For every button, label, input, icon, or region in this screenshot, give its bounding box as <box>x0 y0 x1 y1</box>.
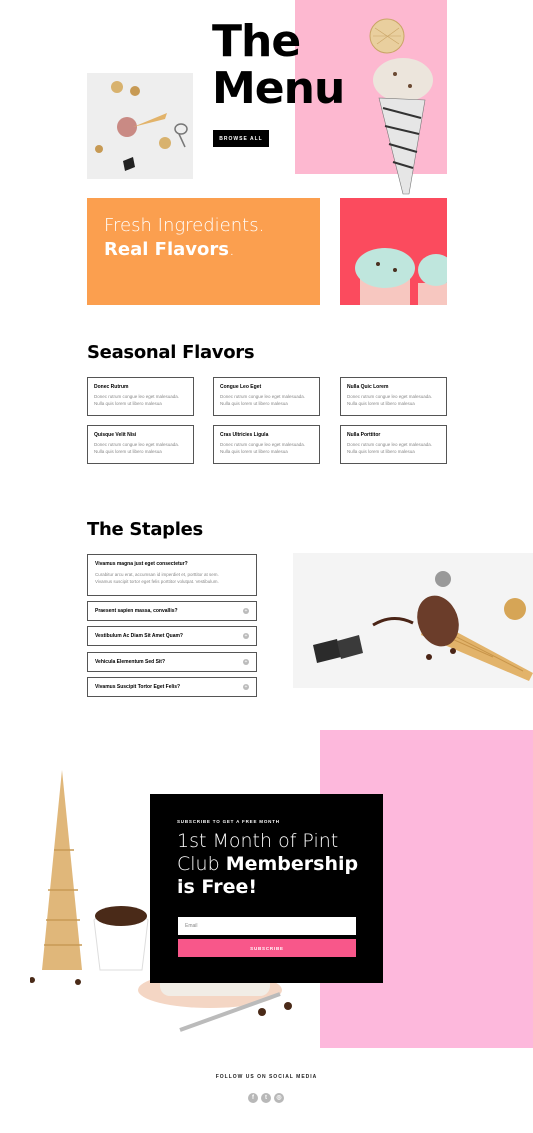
accordion-title: Praesent sapien massa, convallis? <box>95 608 178 614</box>
ice-cream-cone-image <box>369 18 433 195</box>
page-title: The Menu <box>212 16 345 114</box>
follow-us-label: FOLLOW US ON SOCIAL MEDIA <box>215 1074 318 1080</box>
browse-all-button[interactable]: BROWSE ALL <box>213 130 269 147</box>
page-title-line-1: The <box>212 16 301 67</box>
facebook-icon[interactable]: f <box>248 1093 258 1103</box>
flavor-card-title: Cras Ultricies Ligula <box>220 432 269 438</box>
subscribe-headline-line-2: Club Membership <box>177 853 358 876</box>
flavor-card-title: Congue Leo Eget <box>220 384 262 390</box>
plus-icon: + <box>243 659 249 665</box>
subscribe-headline-line-3: is Free! <box>177 876 258 898</box>
page-title-line-2: Menu <box>212 63 345 114</box>
flavor-card-body: Donec rutrum congue leo eget malesuada. <box>220 394 306 399</box>
flavor-card-title: Quisque Velit Nisi <box>94 432 137 438</box>
accordion-item-open[interactable]: Vivamus magna just eget consectetur? Cur… <box>87 554 257 596</box>
accordion-title: Vestibulum Ac Diam Sit Amet Quam? <box>95 633 183 639</box>
accordion-item[interactable]: Vestibulum Ac Diam Sit Amet Quam? + <box>87 626 257 646</box>
fresh-line-1: Fresh Ingredients. <box>104 215 265 236</box>
flavor-card-body: Donec rutrum congue leo eget malesuada. <box>94 442 180 447</box>
flavor-card: Donec Rutrum Donec rutrum congue leo ege… <box>87 377 194 416</box>
mint-ice-cream-image <box>340 198 447 305</box>
flavor-card-body: Nulla quis lorem ut libero malesua <box>94 448 162 454</box>
scoop-cone-image <box>87 73 193 179</box>
plus-icon: + <box>243 684 249 690</box>
flavor-card-body: Nulla quis lorem ut libero malesua <box>220 448 288 454</box>
seasonal-heading: Seasonal Flavors <box>87 342 255 363</box>
fresh-line-2-bold: Real Flavors <box>104 239 229 260</box>
accordion-item[interactable]: Vivamus Suscipit Tortor Eget Felis? + <box>87 677 257 697</box>
flavor-card: Nulla Porttitor Donec rutrum congue leo … <box>340 425 447 464</box>
flavor-card-body: Nulla quis lorem ut libero malesua <box>94 400 162 406</box>
plus-icon: + <box>243 633 249 639</box>
flavor-card-title: Nulla Quic Lorem <box>347 384 389 390</box>
flavor-card-title: Donec Rutrum <box>94 384 129 390</box>
subscribe-headline-line-1: 1st Month of Pint <box>177 830 339 852</box>
email-input[interactable] <box>178 917 356 935</box>
accordion-item[interactable]: Vehicula Elementum Sed Sit? + <box>87 652 257 672</box>
flavor-card: Nulla Quic Lorem Donec rutrum congue leo… <box>340 377 447 416</box>
twitter-icon[interactable]: t <box>261 1093 271 1103</box>
flavor-card-body: Nulla quis lorem ut libero malesua <box>347 400 415 406</box>
chocolate-cone-image <box>293 553 533 688</box>
flavor-card-title: Nulla Porttitor <box>347 432 381 438</box>
flavor-card-body: Nulla quis lorem ut libero malesua <box>220 400 288 406</box>
flavor-card-body: Donec rutrum congue leo eget malesuada. <box>347 394 433 399</box>
subscribe-kicker: SUBSCRIBE TO GET A FREE MONTH <box>177 819 280 824</box>
flavor-card-body: Donec rutrum congue leo eget malesuada. <box>94 394 180 399</box>
accordion-title: Vehicula Elementum Sed Sit? <box>95 659 166 665</box>
staples-heading: The Staples <box>87 519 203 540</box>
instagram-icon[interactable]: ◎ <box>274 1093 284 1103</box>
subscribe-headline-light: Club <box>177 853 226 875</box>
flavor-card: Cras Ultricies Ligula Donec rutrum congu… <box>213 425 320 464</box>
flavor-card-body: Donec rutrum congue leo eget malesuada. <box>347 442 433 447</box>
accordion-title: Vivamus Suscipit Tortor Eget Felis? <box>95 684 181 690</box>
subscribe-headline-bold: Membership <box>225 853 359 875</box>
flavor-card-body: Nulla quis lorem ut libero malesua <box>347 448 415 454</box>
fresh-line-2: Real Flavors. <box>104 239 235 260</box>
accordion-title: Vivamus magna just eget consectetur? <box>95 561 188 567</box>
accordion-body: Vivamus suscipit tortor eget felis portt… <box>95 578 219 584</box>
subscribe-button[interactable]: SUBSCRIBE <box>178 939 356 957</box>
flavor-card-body: Donec rutrum congue leo eget malesuada. <box>220 442 306 447</box>
flavor-card: Congue Leo Eget Donec rutrum congue leo … <box>213 377 320 416</box>
fresh-line-2-dot: . <box>228 239 235 260</box>
accordion-item[interactable]: Praesent sapien massa, convallis? + <box>87 601 257 621</box>
flavor-card: Quisque Velit Nisi Donec rutrum congue l… <box>87 425 194 464</box>
plus-icon: + <box>243 608 249 614</box>
